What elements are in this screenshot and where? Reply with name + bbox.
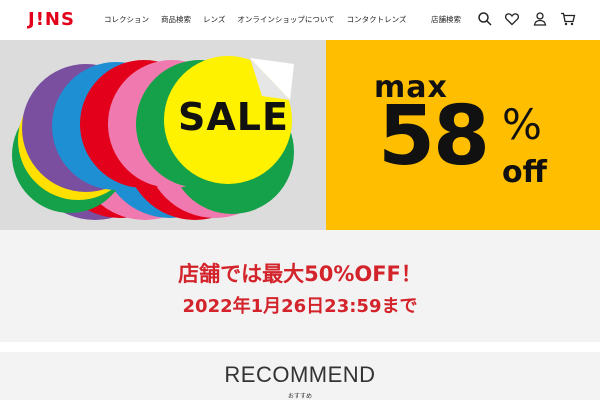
- percent-sign: %: [502, 100, 542, 149]
- notice-deadline: 2022年1月26日23:59まで: [182, 296, 418, 317]
- recommend-section: RECOMMEND おすすめ: [0, 352, 600, 400]
- discount-panel: max 58 % off: [326, 40, 600, 230]
- sale-text: SALE: [178, 95, 289, 139]
- nav-item-online-shop-about[interactable]: オンラインショップについて: [237, 14, 334, 25]
- recommend-title: RECOMMEND: [224, 362, 376, 387]
- store-search-link[interactable]: 店舗検索: [431, 14, 461, 25]
- site-header: J!NS コレクション 商品検索 レンズ オンラインショップについて コンタクト…: [0, 0, 600, 40]
- recommend-subtitle: おすすめ: [287, 393, 312, 400]
- jins-logo[interactable]: J!NS: [28, 9, 75, 30]
- nav-item-lens[interactable]: レンズ: [203, 14, 225, 25]
- sale-banner[interactable]: SALE max 58 % off: [0, 40, 600, 230]
- main-nav: コレクション 商品検索 レンズ オンラインショップについて コンタクトレンズ: [104, 14, 407, 25]
- user-icon[interactable]: [532, 11, 548, 27]
- discount-number: 58: [378, 89, 490, 184]
- heart-icon[interactable]: [504, 11, 520, 27]
- nav-item-contact-lens[interactable]: コンタクトレンズ: [347, 14, 407, 25]
- sale-stickers-graphic: SALE: [0, 40, 326, 230]
- nav-item-collection[interactable]: コレクション: [104, 14, 149, 25]
- search-icon[interactable]: [477, 11, 493, 27]
- notice-headline: 店舗では最大50%OFF！: [178, 262, 422, 286]
- cart-icon[interactable]: [560, 11, 576, 27]
- nav-item-product-search[interactable]: 商品検索: [161, 14, 191, 25]
- store-sale-notice: 店舗では最大50%OFF！ 2022年1月26日23:59まで: [0, 230, 600, 342]
- off-label: off: [502, 155, 547, 190]
